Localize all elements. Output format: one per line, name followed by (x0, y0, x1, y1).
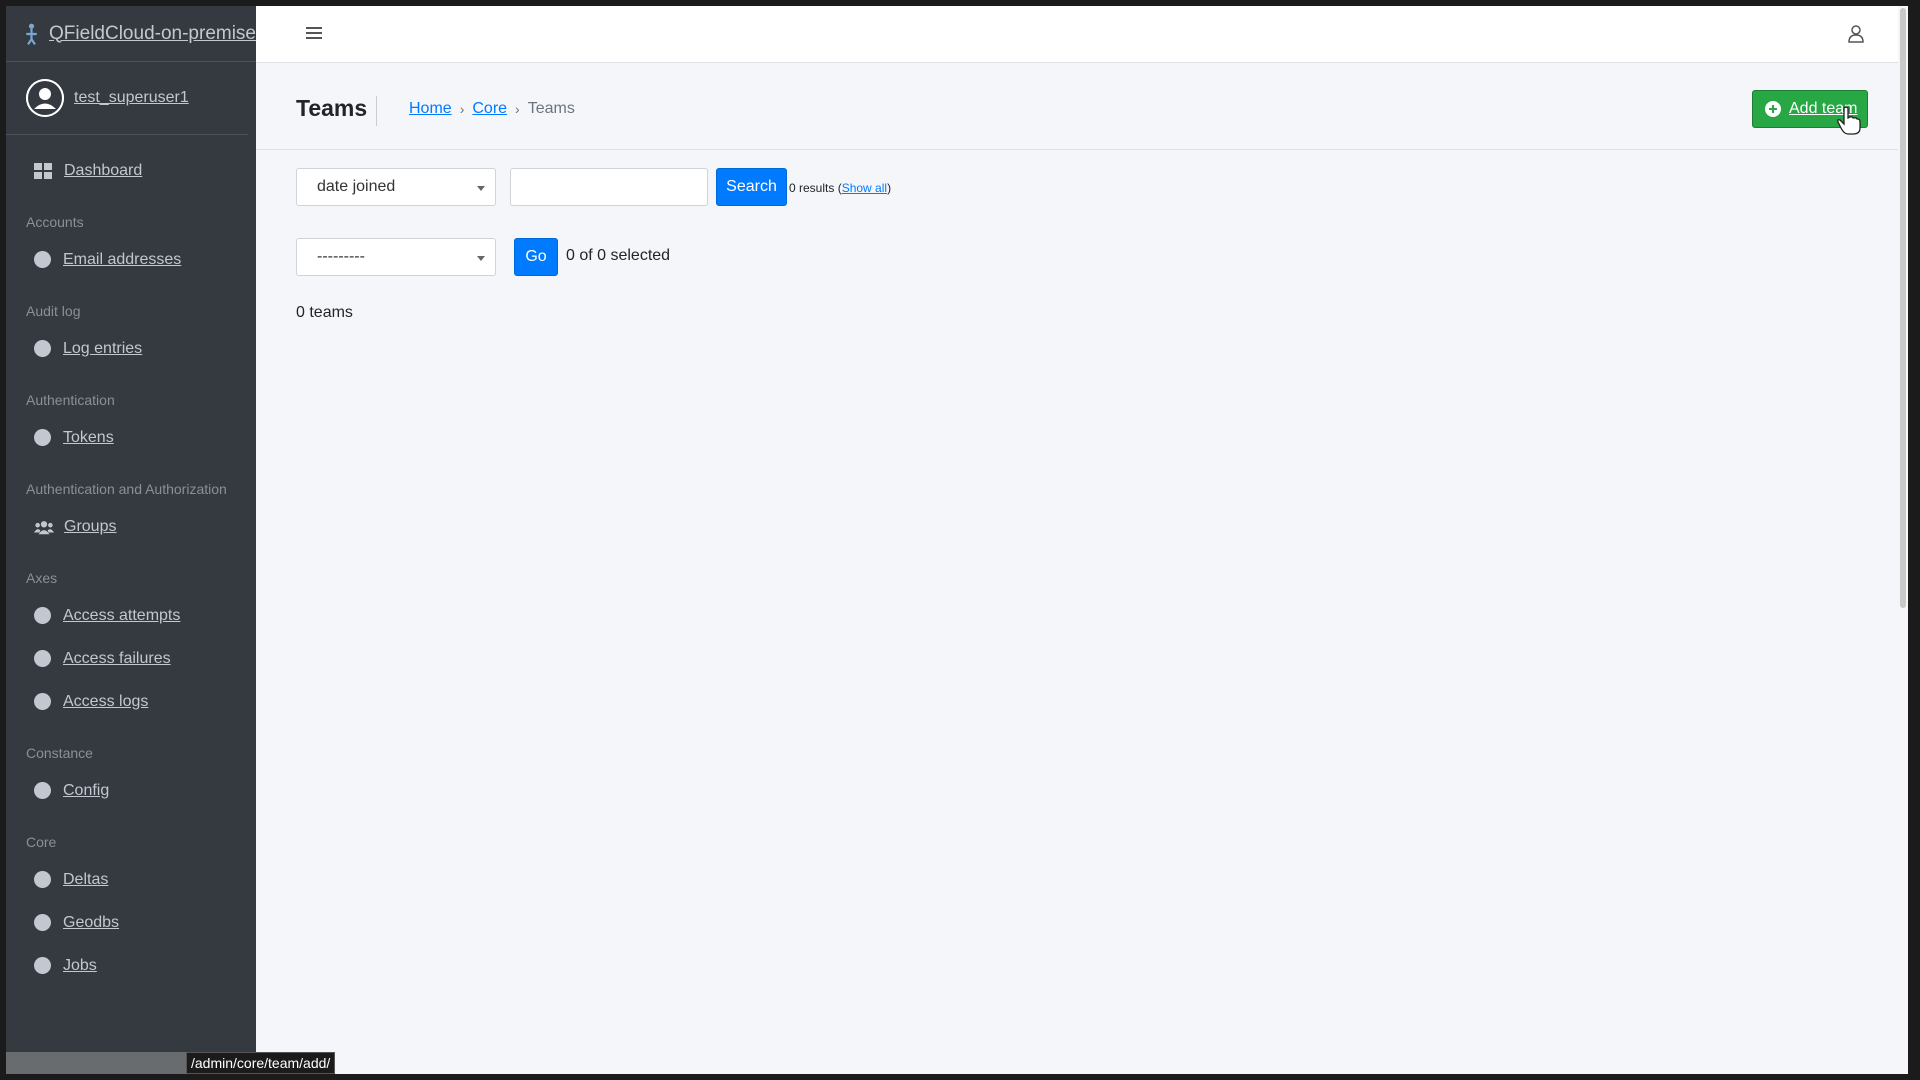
status-bar: /admin/core/team/add/ (6, 1052, 336, 1074)
breadcrumb-core[interactable]: Core (472, 100, 507, 118)
sidebar-item-access-failures[interactable]: Access failures (6, 637, 256, 680)
circle-icon (34, 782, 51, 799)
sidebar-item-label[interactable]: Deltas (63, 871, 108, 889)
show-all-link[interactable]: Show all (842, 181, 887, 195)
caret-down-icon (477, 186, 485, 191)
sidebar-item-jobs[interactable]: Jobs (6, 944, 256, 987)
status-blur (6, 1052, 186, 1074)
breadcrumb-separator: › (459, 101, 465, 117)
plus-circle-icon (1765, 101, 1781, 117)
sidebar-item-tokens[interactable]: Tokens (6, 416, 256, 459)
sidebar-item-label[interactable]: Dashboard (64, 162, 142, 180)
circle-icon (34, 957, 51, 974)
breadcrumb-current: Teams (527, 100, 575, 117)
nav-header-accounts: Accounts (26, 214, 84, 230)
sidebar-item-email-addresses[interactable]: Email addresses (6, 238, 256, 281)
sidebar: QFieldCloud-on-premise test_superuser1 D… (6, 6, 256, 1074)
go-button-label: Go (525, 248, 547, 265)
sort-select[interactable]: date joined (296, 168, 496, 206)
breadcrumb-separator: › (515, 101, 520, 117)
action-select-value: --------- (317, 248, 365, 265)
selected-count: 0 of 0 selected (566, 247, 671, 264)
user-panel: test_superuser1 (6, 62, 248, 135)
sidebar-nav: Dashboard Accounts Email addresses Audit… (6, 135, 256, 987)
user-circle-icon (26, 79, 64, 117)
brand: QFieldCloud-on-premise (6, 6, 256, 62)
brand-link[interactable]: QFieldCloud-on-premise (49, 23, 256, 45)
circle-icon (34, 340, 51, 357)
sidebar-item-config[interactable]: Config (6, 769, 256, 812)
user-link[interactable]: test_superuser1 (74, 89, 189, 107)
nav-header-audit-log: Audit log (26, 303, 81, 319)
sidebar-item-label[interactable]: Log entries (63, 340, 142, 358)
scrollbar-thumb[interactable] (1900, 8, 1906, 608)
sidebar-item-dashboard[interactable]: Dashboard (6, 149, 256, 192)
results-count: 0 results (Show all) (789, 181, 892, 195)
sidebar-item-label[interactable]: Email addresses (63, 251, 181, 269)
sort-select-value: date joined (317, 178, 396, 195)
avatar (26, 79, 64, 117)
sidebar-item-log-entries[interactable]: Log entries (6, 327, 256, 370)
breadcrumb-home[interactable]: Home (409, 100, 452, 118)
content-header: Teams Home › Core › Teams Add team (256, 63, 1908, 150)
sidebar-item-access-attempts[interactable]: Access attempts (6, 594, 256, 637)
sidebar-item-label[interactable]: Access attempts (63, 607, 180, 625)
circle-icon (34, 693, 51, 710)
circle-icon (34, 607, 51, 624)
sidebar-item-label[interactable]: Access logs (63, 693, 148, 711)
page-title: Teams (296, 95, 368, 121)
sidebar-item-groups[interactable]: Groups (6, 505, 256, 548)
sidebar-item-access-logs[interactable]: Access logs (6, 680, 256, 723)
sidebar-item-deltas[interactable]: Deltas (6, 858, 256, 901)
user-menu-icon[interactable] (1848, 25, 1864, 48)
search-input[interactable] (510, 168, 708, 206)
circle-icon (34, 914, 51, 931)
nav-header-auth-and-authorization: Authentication and Authorization (26, 481, 227, 497)
search-button[interactable]: Search (716, 168, 787, 206)
nav-header-constance: Constance (26, 745, 93, 761)
breadcrumb: Home › Core › Teams (409, 100, 575, 118)
hand-cursor-icon (1837, 106, 1861, 135)
action-select[interactable]: --------- (296, 238, 496, 276)
page-scrollbar[interactable] (1898, 6, 1908, 1074)
sidebar-item-label[interactable]: Tokens (63, 429, 114, 447)
sidebar-item-geodbs[interactable]: Geodbs (6, 901, 256, 944)
top-navbar (256, 6, 1908, 63)
sidebar-item-label[interactable]: Config (63, 782, 109, 800)
hamburger-menu-icon[interactable] (306, 26, 322, 45)
title-divider (376, 96, 377, 126)
circle-icon (34, 650, 51, 667)
sidebar-item-label[interactable]: Access failures (63, 650, 171, 668)
nav-header-core: Core (26, 834, 57, 850)
nav-header-authentication: Authentication (26, 392, 115, 408)
sidebar-item-label[interactable]: Geodbs (63, 914, 119, 932)
sidebar-item-label[interactable]: Jobs (63, 957, 97, 975)
circle-icon (34, 429, 51, 446)
status-url: /admin/core/team/add/ (186, 1052, 336, 1074)
qfield-logo-icon (26, 23, 37, 45)
circle-icon (34, 871, 51, 888)
browser-viewport: QFieldCloud-on-premise test_superuser1 D… (6, 6, 1908, 1074)
go-button[interactable]: Go (514, 238, 558, 276)
dashboard-icon (34, 162, 54, 179)
users-icon (34, 519, 54, 535)
caret-down-icon (477, 256, 485, 261)
nav-header-axes: Axes (26, 570, 58, 586)
search-button-label: Search (726, 178, 777, 195)
circle-icon (34, 251, 51, 268)
sidebar-item-label[interactable]: Groups (64, 518, 116, 536)
teams-count: 0 teams (296, 304, 353, 321)
